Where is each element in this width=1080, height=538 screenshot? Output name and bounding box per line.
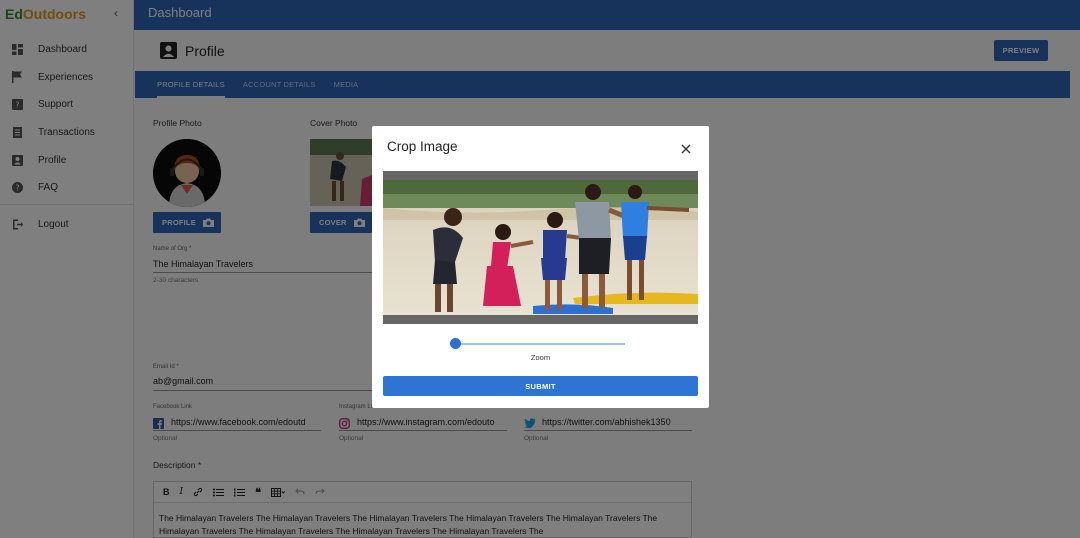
crop-image-dialog: Crop Image Zoom SUBMIT (372, 126, 709, 408)
crop-image-preview[interactable] (383, 180, 698, 315)
zoom-slider-handle[interactable] (450, 338, 461, 349)
dialog-title: Crop Image (387, 139, 458, 154)
submit-button[interactable]: SUBMIT (383, 376, 698, 396)
close-icon[interactable] (680, 142, 692, 154)
crop-area[interactable] (383, 171, 698, 324)
zoom-label: Zoom (530, 353, 551, 362)
zoom-slider-track[interactable] (455, 343, 625, 345)
